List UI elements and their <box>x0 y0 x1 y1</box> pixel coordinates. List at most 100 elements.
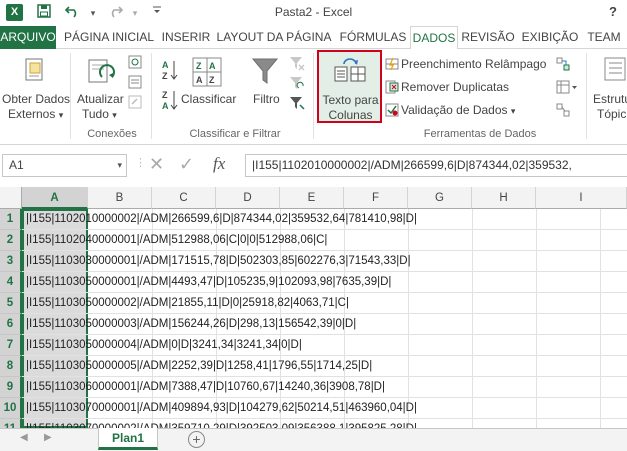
tab-layout-da-pagina[interactable]: LAYOUT DA PÁGINA <box>214 26 334 49</box>
row-header[interactable]: 8 <box>0 356 22 377</box>
consolidate-icon[interactable] <box>556 57 570 74</box>
redo-icon[interactable] <box>104 3 126 23</box>
flash-fill-icon[interactable] <box>385 57 399 74</box>
atualizar-label-2[interactable]: Tudo ▾ <box>82 107 117 121</box>
what-if-analysis-icon[interactable] <box>556 80 578 97</box>
clear-filter-icon[interactable] <box>289 55 305 74</box>
outline-icon[interactable] <box>604 57 626 84</box>
row-header[interactable]: 2 <box>0 230 22 251</box>
tab-arquivo[interactable]: ARQUIVO <box>0 26 56 49</box>
undo-dropdown-icon[interactable]: ▾ <box>82 3 104 23</box>
row-header[interactable]: 4 <box>0 272 22 293</box>
row-header[interactable]: 7 <box>0 335 22 356</box>
row-header[interactable]: 1 <box>0 209 22 230</box>
table-row[interactable]: |I155|1103050000003|/ADM|156244,26|D|298… <box>22 314 627 335</box>
column-header-c[interactable]: C <box>152 187 216 209</box>
column-header-e[interactable]: E <box>280 187 344 209</box>
tab-formulas[interactable]: FÓRMULAS <box>336 26 410 49</box>
excel-logo-icon: X <box>6 4 23 21</box>
tab-revisao[interactable]: REVISÃO <box>460 26 516 49</box>
column-header-g[interactable]: G <box>408 187 472 209</box>
group-classificar-label: Classificar e Filtrar <box>189 128 281 140</box>
sort-za-icon[interactable]: ZA <box>160 89 178 114</box>
table-row[interactable]: |I155|1103050000005|/ADM|2252,39|D|1258,… <box>22 356 627 377</box>
column-header-a[interactable]: A <box>22 187 88 209</box>
cell-a-text: |I155|1103050000005|/ADM|2252,39|D|1258,… <box>26 360 373 372</box>
table-row[interactable]: |I155|1103050000002|/ADM|21855,11|D|0|25… <box>22 293 627 314</box>
atualizar-label-1[interactable]: Atualizar <box>77 92 124 106</box>
refresh-all-icon[interactable] <box>86 57 116 90</box>
column-header-f[interactable]: F <box>344 187 408 209</box>
select-all-corner[interactable] <box>0 187 22 209</box>
spreadsheet-grid[interactable]: A B C D E F G H I 1 |I155|1102010000002|… <box>0 187 627 428</box>
table-row[interactable]: |I155|1103070000001|/ADM|409894,93|D|104… <box>22 398 627 419</box>
advanced-filter-icon[interactable] <box>289 95 305 114</box>
row-header[interactable]: 3 <box>0 251 22 272</box>
cell-a-text: |I155|1103060000001|/ADM|7388,47|D|10760… <box>26 381 385 393</box>
svg-text:A: A <box>162 101 169 111</box>
external-data-icon[interactable] <box>24 57 46 86</box>
connections-icon[interactable] <box>128 55 142 72</box>
data-validation-icon[interactable] <box>385 103 399 120</box>
table-row[interactable]: |I155|1102010000002|/ADM|266599,6|D|8743… <box>22 209 627 230</box>
cancel-icon[interactable]: ✕ <box>149 154 164 175</box>
svg-text:Z: Z <box>162 90 168 100</box>
table-row[interactable]: |I155|1103070000002|/ADM|359710,29|D|392… <box>22 419 627 428</box>
svg-text:A: A <box>196 75 203 85</box>
table-row[interactable]: |I155|1103030000001|/ADM|171515,78|D|502… <box>22 251 627 272</box>
validacao-de-dados-label[interactable]: Validação de Dados ▾ <box>401 103 515 117</box>
edit-links-icon[interactable] <box>128 95 142 112</box>
row-header[interactable]: 6 <box>0 314 22 335</box>
tab-team[interactable]: TEAM <box>584 26 624 49</box>
enter-icon[interactable]: ✓ <box>179 154 194 175</box>
ribbon-separator <box>70 53 71 139</box>
chevron-down-icon[interactable]: ▾ <box>117 155 122 176</box>
obter-dados-label-2[interactable]: Externos ▾ <box>8 107 63 121</box>
sort-az-icon[interactable]: AZ <box>160 59 178 84</box>
estrutura-label-2[interactable]: Tópic <box>597 107 626 121</box>
sheet-tab-plan1[interactable]: Plan1 <box>98 428 158 450</box>
tab-inserir[interactable]: INSERIR <box>160 26 212 49</box>
cell-a-text: |I155|1103050000001|/ADM|4493,47|D|10523… <box>26 276 392 288</box>
add-sheet-icon[interactable]: + <box>188 431 205 448</box>
insert-function-icon[interactable]: fx <box>213 154 225 174</box>
table-row[interactable]: |I155|1102040000001|/ADM|512988,06|C|0|0… <box>22 230 627 251</box>
table-row[interactable]: |I155|1103060000001|/ADM|7388,47|D|10760… <box>22 377 627 398</box>
sheet-prev-icon[interactable]: ◀ <box>20 432 28 443</box>
save-icon[interactable] <box>33 3 55 23</box>
tab-pagina-inicial[interactable]: PÁGINA INICIAL <box>60 26 158 49</box>
remover-duplicatas-label[interactable]: Remover Duplicatas <box>401 80 509 94</box>
redo-dropdown-icon[interactable]: ▾ <box>124 3 146 23</box>
tab-dados[interactable]: DADOS <box>410 26 458 50</box>
column-header-d[interactable]: D <box>216 187 280 209</box>
obter-dados-label-1[interactable]: Obter Dados <box>2 92 70 106</box>
filtro-label[interactable]: Filtro <box>253 92 280 106</box>
tab-exibicao[interactable]: EXIBIÇÃO <box>518 26 582 49</box>
sheet-next-icon[interactable]: ▶ <box>44 432 52 443</box>
reapply-filter-icon[interactable] <box>289 75 305 94</box>
formula-input[interactable]: |I155|1102010000002|/ADM|266599,6|D|8743… <box>245 154 627 177</box>
column-header-h[interactable]: H <box>472 187 536 209</box>
custom-sort-icon[interactable]: ZAAZ <box>192 57 222 90</box>
undo-icon[interactable] <box>62 3 84 23</box>
classificar-label[interactable]: Classificar <box>181 92 236 106</box>
estrutura-label-1[interactable]: Estrutu <box>593 92 627 106</box>
column-header-b[interactable]: B <box>88 187 152 209</box>
column-header-i[interactable]: I <box>536 187 627 209</box>
row-header[interactable]: 10 <box>0 398 22 419</box>
customize-toolbar-icon[interactable] <box>146 3 168 23</box>
row-header[interactable]: 9 <box>0 377 22 398</box>
filter-icon[interactable] <box>251 57 279 88</box>
remove-duplicates-icon[interactable] <box>385 80 399 97</box>
table-row[interactable]: |I155|1103050000004|/ADM|0|D|3241,34|324… <box>22 335 627 356</box>
preenchimento-relampago-label[interactable]: Preenchimento Relâmpago <box>401 57 546 71</box>
help-icon[interactable]: ? <box>609 4 617 19</box>
name-box[interactable]: A1 ▾ <box>2 154 127 177</box>
text-to-columns-button[interactable]: Texto para Colunas <box>317 50 382 123</box>
table-row[interactable]: |I155|1103050000001|/ADM|4493,47|D|10523… <box>22 272 627 293</box>
relationships-icon[interactable] <box>556 103 570 120</box>
row-header[interactable]: 11 <box>0 419 22 428</box>
svg-text:A: A <box>162 60 169 70</box>
properties-icon[interactable] <box>128 75 142 92</box>
row-header[interactable]: 5 <box>0 293 22 314</box>
